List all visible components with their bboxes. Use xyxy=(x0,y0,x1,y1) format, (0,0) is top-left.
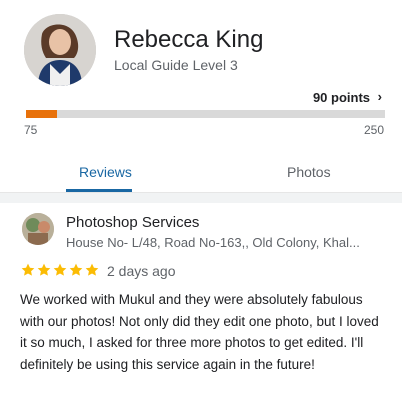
profile-avatar[interactable] xyxy=(24,14,96,86)
progress-max-label: 250 xyxy=(363,123,384,137)
tab-reviews[interactable]: Reviews xyxy=(79,164,132,180)
place-thumbnail[interactable] xyxy=(22,213,54,245)
rating-stars xyxy=(20,261,100,279)
progress-min-label: 75 xyxy=(24,123,38,137)
review-text: We worked with Mukul and they were absol… xyxy=(20,292,379,372)
star-icon xyxy=(37,263,51,276)
place-photo-icon xyxy=(22,213,54,245)
points-link[interactable]: 90 points › xyxy=(312,89,382,105)
level-progress-bar xyxy=(26,110,385,118)
chevron-right-icon: › xyxy=(377,89,382,104)
place-name[interactable]: Photoshop Services xyxy=(66,214,199,231)
person-photo-icon xyxy=(24,14,96,86)
tab-selected-indicator xyxy=(66,189,132,192)
star-icon xyxy=(69,263,83,276)
star-icon xyxy=(53,263,67,276)
tab-photos[interactable]: Photos xyxy=(287,164,331,180)
level-progress-fill xyxy=(26,110,57,118)
profile-header: Rebecca King Local Guide Level 3 xyxy=(0,0,402,100)
review-time: 2 days ago xyxy=(107,263,176,279)
points-label: 90 points xyxy=(312,90,371,105)
local-guide-level: Local Guide Level 3 xyxy=(114,57,238,73)
section-divider xyxy=(0,193,402,203)
tab-bar: Reviews Photos xyxy=(0,150,402,193)
star-icon xyxy=(21,263,35,276)
review-card: Photoshop Services House No- L/48, Road … xyxy=(0,203,402,402)
profile-name: Rebecca King xyxy=(114,26,264,53)
place-address: House No- L/48, Road No-163,, Old Colony… xyxy=(66,235,360,250)
star-icon xyxy=(85,263,99,276)
